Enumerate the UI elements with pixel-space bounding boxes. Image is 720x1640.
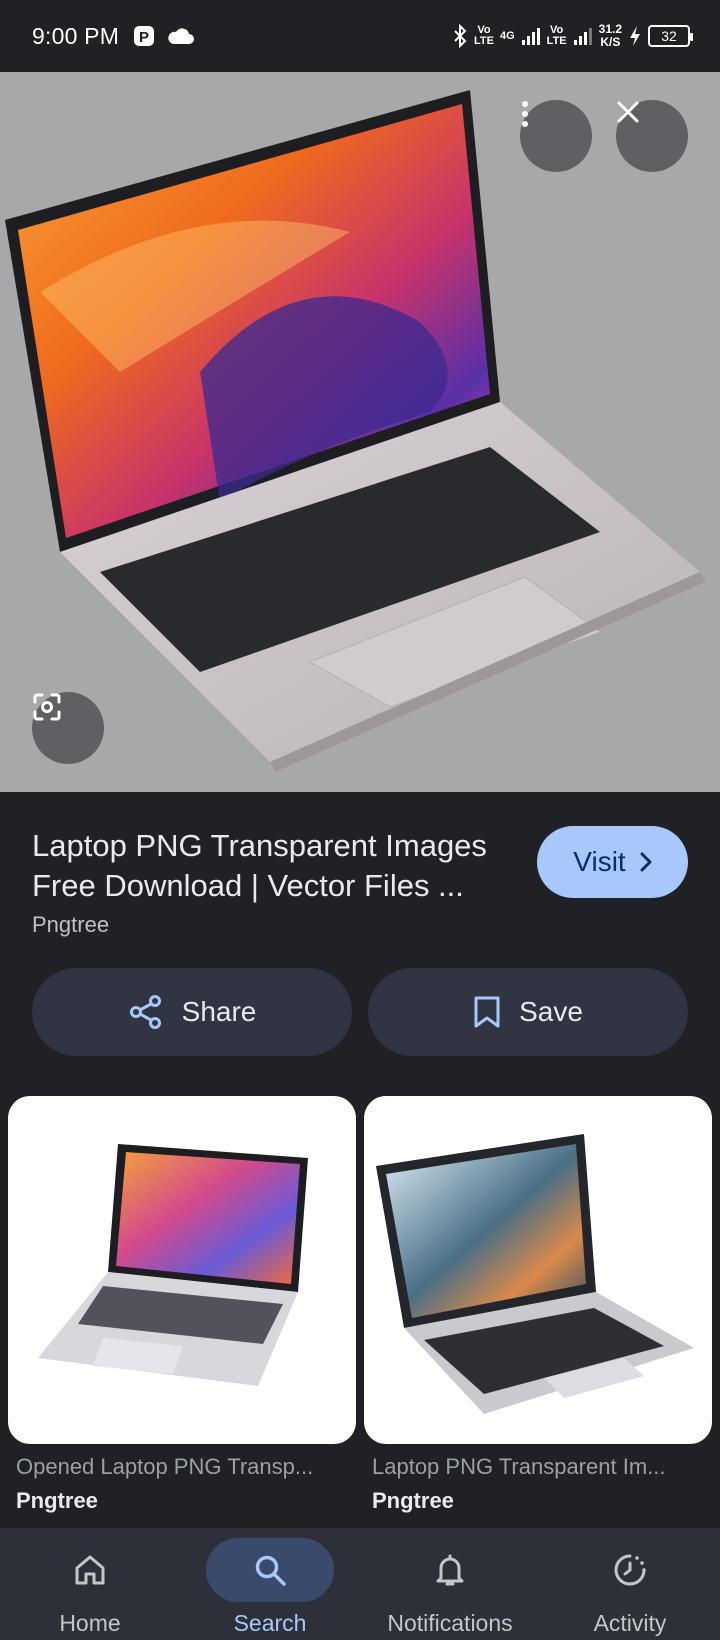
laptop-image: [5, 90, 705, 772]
nav-label-activity: Activity: [593, 1610, 667, 1636]
status-bar: 9:00 PM P Vo LTE 4G Vo LTE 31.2 K/S 32: [0, 0, 720, 72]
battery-level: 32: [661, 28, 677, 44]
nav-item-activity[interactable]: Activity: [540, 1528, 720, 1640]
search-icon: [255, 1555, 286, 1586]
bottom-nav: Home Search Notifications Activity: [0, 1528, 720, 1640]
nav-icon-container: [386, 1538, 514, 1602]
battery-indicator: 32: [648, 25, 693, 47]
result-title[interactable]: Laptop PNG Transparent Images Free Downl…: [32, 826, 532, 906]
bell-icon: [436, 1554, 464, 1586]
nav-item-notifications[interactable]: Notifications: [360, 1528, 540, 1640]
bookmark-icon: [474, 996, 500, 1028]
related-caption-2: Laptop PNG Transparent Im...: [372, 1454, 666, 1479]
bluetooth-icon: [454, 24, 467, 48]
share-icon: [129, 995, 161, 1029]
nav-icon-container: [566, 1538, 694, 1602]
nav-label-search: Search: [233, 1610, 307, 1636]
laptop-thumbnail-1: [38, 1144, 308, 1386]
related-caption-1: Opened Laptop PNG Transp...: [16, 1454, 314, 1479]
network-4g-indicator: 4G: [499, 29, 515, 42]
network-speed: 31.2 K/S: [599, 23, 622, 49]
status-right-icons: Vo LTE 4G Vo LTE 31.2 K/S 32: [452, 23, 693, 49]
nav-item-home[interactable]: Home: [0, 1528, 180, 1640]
laptop-thumbnail-2: [376, 1134, 694, 1414]
share-button[interactable]: Share: [32, 968, 352, 1056]
visit-label: Visit: [573, 846, 626, 877]
related-card[interactable]: Opened Laptop PNG Transp... Pngtree: [8, 1096, 356, 1514]
related-images: Opened Laptop PNG Transp... Pngtree Lapt…: [0, 1096, 720, 1528]
chevron-right-icon: [640, 852, 652, 872]
volte-indicator-2: Vo LTE: [546, 24, 567, 47]
nav-icon-container: [26, 1538, 154, 1602]
signal-icon-2: [573, 28, 592, 45]
image-preview[interactable]: [0, 72, 720, 792]
parking-app-icon: P: [134, 26, 155, 46]
close-icon: [617, 101, 639, 123]
save-label: Save: [519, 996, 583, 1027]
svg-text:P: P: [139, 29, 149, 46]
charging-icon: [630, 26, 640, 46]
result-source: Pngtree: [32, 912, 110, 937]
nav-item-search[interactable]: Search: [180, 1528, 360, 1640]
close-button[interactable]: [616, 100, 688, 172]
nav-label-notifications: Notifications: [387, 1610, 513, 1636]
result-info: Laptop PNG Transparent Images Free Downl…: [0, 792, 720, 1088]
home-icon: [75, 1555, 105, 1585]
related-image-2: [364, 1096, 712, 1444]
related-source-2: Pngtree: [372, 1488, 454, 1513]
network-speed-unit: K/S: [600, 35, 621, 49]
nav-icon-container: [206, 1538, 334, 1602]
more-vert-icon: [522, 101, 528, 127]
more-options-button[interactable]: [520, 100, 592, 172]
related-source-1: Pngtree: [16, 1488, 98, 1513]
lens-search-button[interactable]: [32, 692, 104, 764]
visit-button[interactable]: Visit: [537, 826, 688, 898]
status-time: 9:00 PM: [32, 22, 120, 49]
related-card[interactable]: Laptop PNG Transparent Im... Pngtree: [364, 1096, 712, 1514]
status-left-icons: P: [133, 25, 195, 47]
lens-icon: [33, 693, 61, 721]
volte-indicator-1: Vo LTE: [474, 24, 494, 47]
activity-icon: [614, 1554, 646, 1586]
save-button[interactable]: Save: [368, 968, 688, 1056]
share-label: Share: [181, 996, 257, 1027]
signal-icon-1: [521, 28, 540, 45]
cloud-icon: [168, 28, 195, 44]
nav-label-home: Home: [59, 1610, 121, 1636]
related-image-1: [8, 1096, 356, 1444]
